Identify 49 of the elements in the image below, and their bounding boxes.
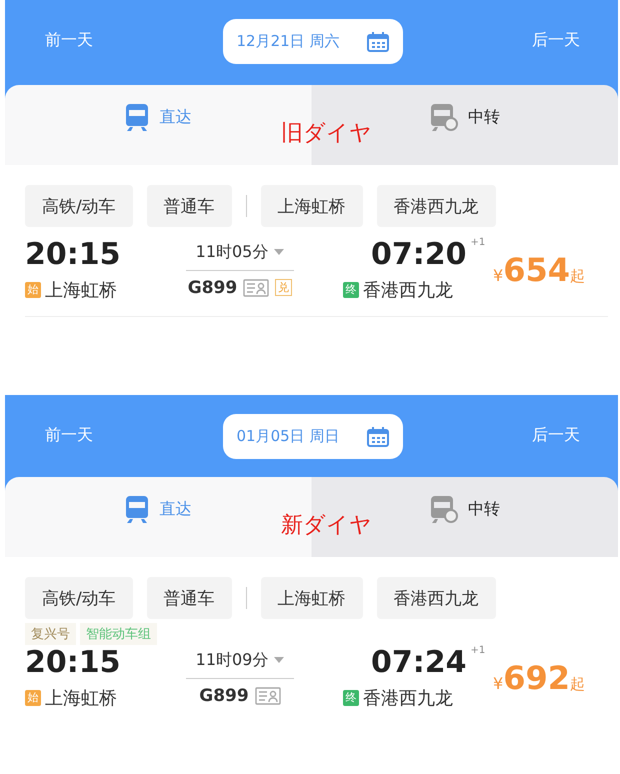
arrival-station: 香港西九龙 [363,687,453,710]
filter-chip[interactable]: 普通车 [146,577,232,619]
filter-chip[interactable]: 高铁/动车 [25,185,133,227]
train-icon [125,103,150,131]
annotation-label: 旧ダイヤ [281,120,372,148]
arrival-time: 07:20 [371,237,466,272]
train-tag: 智能动车组 [80,623,157,645]
start-marker: 始 [25,690,41,706]
train-tag: 复兴号 [25,623,76,645]
arrival-time: 07:24 [371,645,466,680]
filter-chip[interactable]: 高铁/动车 [25,577,133,619]
start-marker: 始 [25,282,41,298]
departure-station: 上海虹桥 [45,687,117,710]
filter-chip[interactable]: 普通车 [146,185,232,227]
train-transfer-icon [430,495,458,523]
train-number: G899 [188,278,238,298]
departure-time: 20:15 [25,645,122,680]
currency-symbol: ¥ [493,674,504,692]
price-suffix: 起 [570,266,585,286]
train-icon [125,495,150,523]
price: 654 [503,250,570,288]
exchange-badge: 兑 [275,279,292,296]
calendar-icon [366,426,388,446]
price-suffix: 起 [570,674,585,694]
end-marker: 终 [343,690,359,706]
id-card-icon [254,686,281,704]
id-card-icon [243,278,270,296]
duration: 11时05分 [196,242,268,262]
tab[interactable]: 中转 [430,495,500,523]
day-offset: +1 [470,237,486,248]
tab[interactable]: 中转 [430,103,500,131]
filter-chip[interactable]: 上海虹桥 [260,185,363,227]
annotation-label: 新ダイヤ [281,512,372,540]
filter-chip[interactable]: 香港西九龙 [376,185,496,227]
train-transfer-icon [430,103,458,131]
departure-time: 20:15 [25,237,122,272]
arrival-station: 香港西九龙 [363,279,453,302]
price: 692 [503,658,570,696]
calendar-icon [366,32,388,52]
train-number: G899 [199,686,249,706]
duration: 11时09分 [196,650,268,670]
dropdown-caret-icon [274,249,284,255]
end-marker: 终 [343,282,359,298]
filter-chip[interactable]: 上海虹桥 [260,577,363,619]
dropdown-caret-icon [274,657,284,663]
departure-station: 上海虹桥 [45,279,117,302]
day-offset: +1 [470,645,486,656]
filter-chip[interactable]: 香港西九龙 [376,577,496,619]
currency-symbol: ¥ [493,266,504,284]
